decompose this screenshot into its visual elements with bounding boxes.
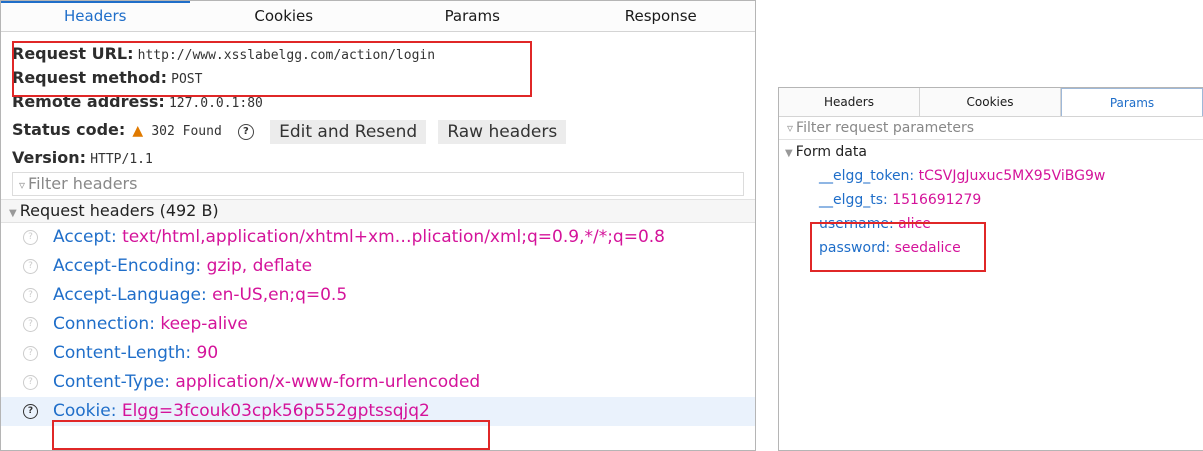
header-row-content-type[interactable]: ? Content-Type: application/x-www-form-ur… [1,368,755,397]
param-value: alice [898,216,931,232]
funnel-icon: ▿ [787,121,794,135]
header-key: Content-Type: [53,372,170,392]
edit-and-resend-button[interactable]: Edit and Resend [270,119,427,144]
header-value: Elgg=3fcouk03cpk56p552gptssqjq2 [121,401,430,421]
param-value: tCSVJgJuxuc5MX95ViBG9w [918,168,1106,184]
header-key: Accept-Encoding: [53,256,202,276]
version-label: Version: [12,148,87,167]
header-value: 90 [196,343,219,363]
param-row-password[interactable]: password: seedalice [779,236,1203,260]
param-key: __elgg_ts: [819,192,888,208]
help-icon[interactable]: ? [23,258,38,274]
header-row-cookie[interactable]: ? Cookie: Elgg=3fcouk03cpk56p552gptssqjq2 [1,397,755,426]
params-panel: Headers Cookies Params ▿ Filter request p… [778,87,1203,451]
help-icon[interactable]: ? [23,374,38,390]
header-value: application/x-www-form-urlencoded [175,372,481,392]
header-row-accept[interactable]: ? Accept: text/html,application/xhtml+xm…… [1,223,755,252]
request-method-value: POST [171,72,203,87]
header-value: keep-alive [160,314,248,334]
form-data-title: Form data [795,144,867,160]
form-data-group[interactable]: ▼ Form data [779,140,1203,164]
request-headers-title: Request headers (492 B) [19,201,219,220]
details-tabbar: Headers Cookies Params Response [1,1,755,32]
tab-params[interactable]: Params [378,1,567,31]
funnel-icon: ▿ [19,178,26,192]
raw-headers-button[interactable]: Raw headers [438,119,567,144]
help-icon[interactable]: ? [23,403,38,419]
help-icon[interactable]: ? [23,316,38,332]
header-value: en-US,en;q=0.5 [212,285,348,305]
header-row-accept-language[interactable]: ? Accept-Language: en-US,en;q=0.5 [1,281,755,310]
header-key: Connection: [53,314,155,334]
header-value: gzip, deflate [206,256,313,276]
param-key: __elgg_token: [819,168,915,184]
param-value: seedalice [894,240,961,256]
header-value: text/html,application/xhtml+xm…plication… [122,227,665,247]
header-key: Accept-Language: [53,285,207,305]
status-code-row: Status code: ▲ 302 Found ? Edit and Rese… [1,114,755,146]
param-row-username[interactable]: username: alice [779,212,1203,236]
network-details-panel: Headers Cookies Params Response Request … [0,0,756,451]
request-method-label: Request method: [12,68,168,87]
param-row-elgg-token[interactable]: __elgg_token: tCSVJgJuxuc5MX95ViBG9w [779,164,1203,188]
request-url-row: Request URL: http://www.xsslabelgg.com/a… [1,42,755,66]
remote-address-label: Remote address: [12,92,165,111]
header-row-content-length[interactable]: ? Content-Length: 90 [1,339,755,368]
version-row: Version: HTTP/1.1 [1,146,755,170]
header-key: Content-Length: [53,343,192,363]
version-value: HTTP/1.1 [90,152,153,167]
help-icon[interactable]: ? [237,123,254,140]
tab-cookies[interactable]: Cookies [190,1,379,31]
tab-params[interactable]: Params [1061,88,1203,116]
filter-headers-input[interactable]: ▿ Filter headers [12,172,744,196]
remote-address-value: 127.0.0.1:80 [168,96,263,111]
tab-response[interactable]: Response [567,1,756,31]
expand-triangle-icon[interactable]: ▼ [785,148,793,159]
request-url-label: Request URL: [12,44,134,63]
params-tabbar: Headers Cookies Params [779,88,1203,117]
filter-params-input[interactable]: ▿ Filter request parameters [779,117,1203,140]
header-key: Cookie: [53,401,117,421]
help-icon[interactable]: ? [23,229,38,245]
tab-headers[interactable]: Headers [779,88,920,116]
tab-cookies[interactable]: Cookies [920,88,1061,116]
filter-params-placeholder: Filter request parameters [796,120,975,136]
request-headers-group[interactable]: ▼ Request headers (492 B) [1,199,755,223]
expand-triangle-icon[interactable]: ▼ [9,208,17,219]
status-code-label: Status code: [12,120,126,139]
remote-address-row: Remote address: 127.0.0.1:80 [1,90,755,114]
param-row-elgg-ts[interactable]: __elgg_ts: 1516691279 [779,188,1203,212]
help-icon[interactable]: ? [23,345,38,361]
tab-headers[interactable]: Headers [1,1,190,31]
request-url-value: http://www.xsslabelgg.com/action/login [137,48,436,63]
filter-headers-placeholder: Filter headers [28,174,138,193]
header-row-connection[interactable]: ? Connection: keep-alive [1,310,755,339]
status-code-value: 302 Found [151,124,222,139]
param-key: password: [819,240,891,256]
header-key: Accept: [53,227,117,247]
help-icon[interactable]: ? [23,287,38,303]
param-key: username: [819,216,894,232]
header-row-accept-encoding[interactable]: ? Accept-Encoding: gzip, deflate [1,252,755,281]
param-value: 1516691279 [892,192,982,208]
warning-triangle-icon: ▲ [132,123,144,139]
request-method-row: Request method: POST [1,66,755,90]
